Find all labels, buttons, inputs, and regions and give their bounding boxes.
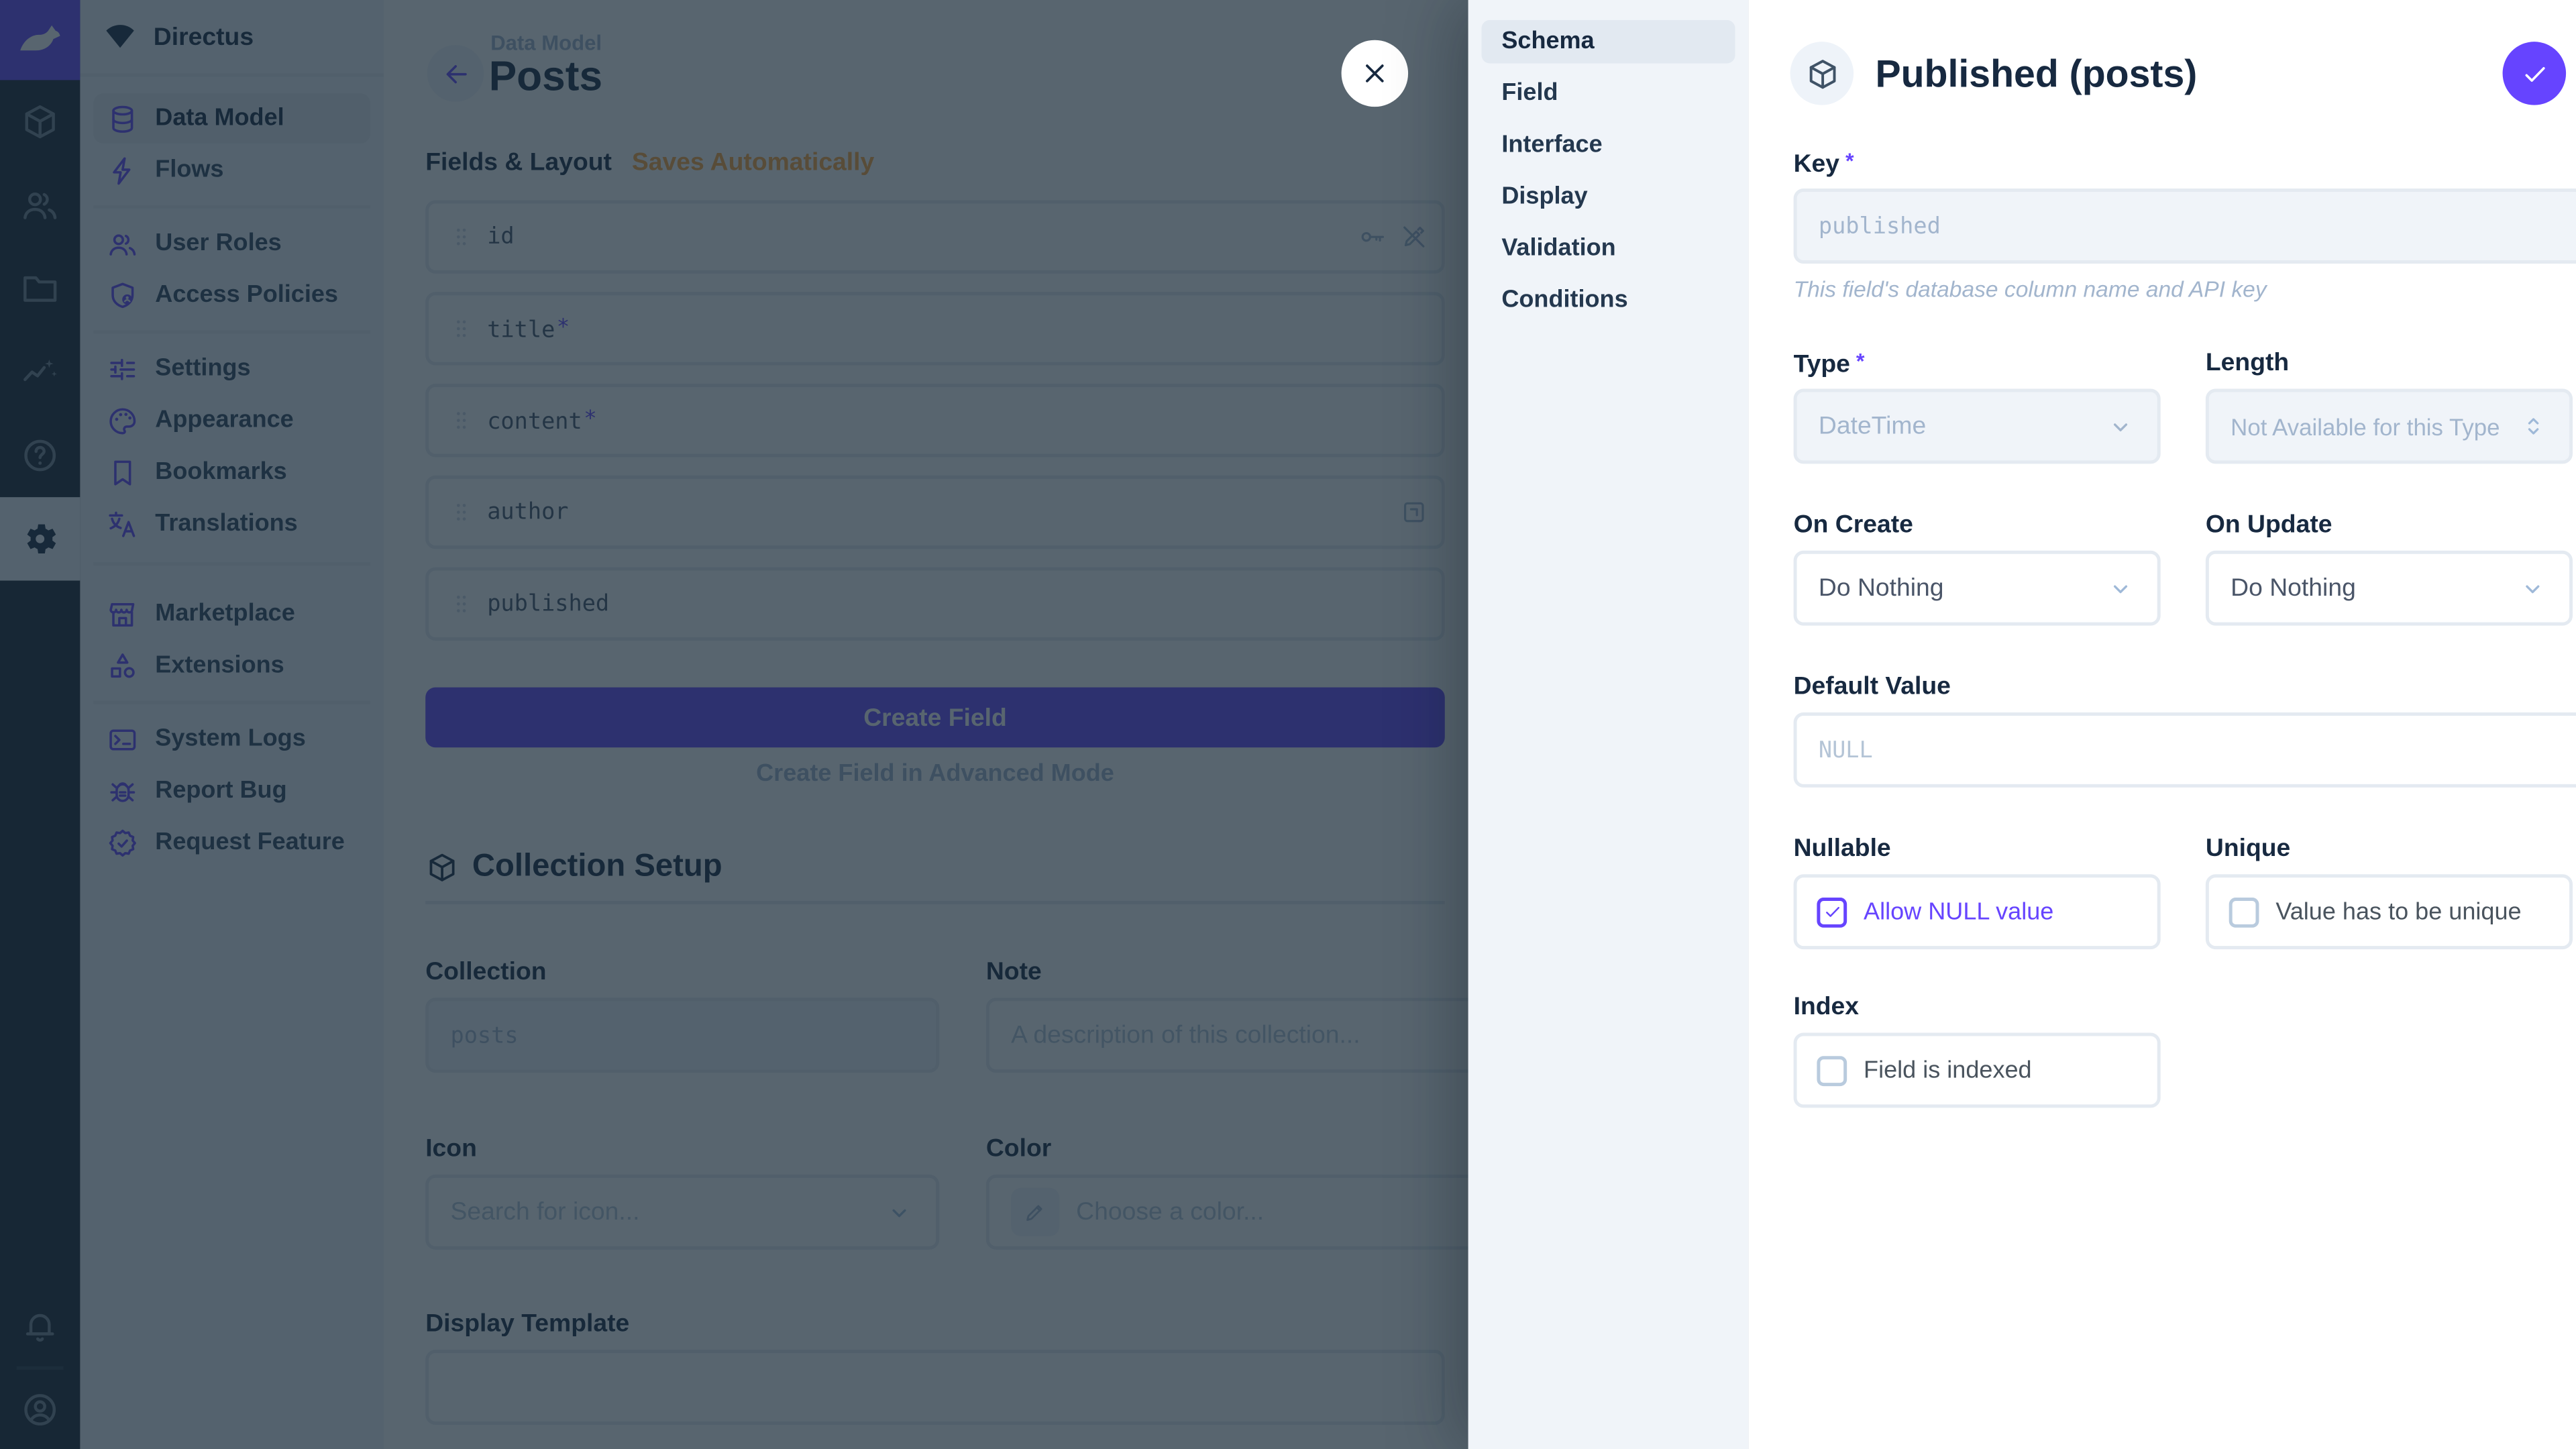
save-button[interactable] bbox=[2503, 42, 2567, 105]
chevron-down-icon bbox=[2106, 411, 2136, 441]
index-checkbox-row[interactable]: Field is indexed bbox=[1794, 1032, 2161, 1108]
tab-conditions[interactable]: Conditions bbox=[1482, 278, 1735, 322]
cube-icon bbox=[1805, 56, 1839, 91]
type-label: Type bbox=[1794, 349, 2161, 379]
drawer-tab-list: Schema Field Interface Display Validatio… bbox=[1468, 0, 1749, 1449]
tab-display[interactable]: Display bbox=[1482, 175, 1735, 219]
tab-interface[interactable]: Interface bbox=[1482, 123, 1735, 167]
index-checkbox-label: Field is indexed bbox=[1864, 1057, 2032, 1084]
tab-validation[interactable]: Validation bbox=[1482, 227, 1735, 270]
unique-label: Unique bbox=[2206, 835, 2573, 863]
tab-field[interactable]: Field bbox=[1482, 72, 1735, 115]
on-update-select[interactable]: Do Nothing bbox=[2206, 551, 2573, 626]
tab-schema[interactable]: Schema bbox=[1482, 20, 1735, 64]
length-input[interactable]: Not Available for this Type bbox=[2206, 388, 2573, 464]
nullable-checkbox-row[interactable]: Allow NULL value bbox=[1794, 874, 2161, 949]
stepper-icon[interactable] bbox=[2519, 412, 2547, 440]
key-helper-text: This field's database column name and AP… bbox=[1794, 277, 2267, 302]
drawer-title: Published (posts) bbox=[1875, 52, 2197, 97]
type-value: DateTime bbox=[1819, 412, 1926, 440]
default-value-input[interactable] bbox=[1794, 712, 2576, 788]
checkbox-checked-icon[interactable] bbox=[1817, 897, 1847, 927]
length-label: Length bbox=[2206, 349, 2573, 377]
on-update-value: Do Nothing bbox=[2231, 574, 2356, 602]
type-select[interactable]: DateTime bbox=[1794, 388, 2161, 464]
nullable-label: Nullable bbox=[1794, 835, 2161, 863]
length-value: Not Available for this Type bbox=[2231, 413, 2500, 440]
unique-checkbox-row[interactable]: Value has to be unique bbox=[2206, 874, 2573, 949]
on-create-value: Do Nothing bbox=[1819, 574, 1944, 602]
checkbox-unchecked-icon[interactable] bbox=[1817, 1055, 1847, 1085]
field-drawer: Schema Field Interface Display Validatio… bbox=[1468, 0, 2576, 1449]
index-label: Index bbox=[1794, 993, 2161, 1021]
field-type-icon bbox=[1790, 42, 1854, 105]
close-drawer-button[interactable] bbox=[1342, 40, 1408, 107]
key-input[interactable] bbox=[1794, 189, 2576, 264]
key-label: Key bbox=[1794, 148, 2573, 178]
chevron-down-icon bbox=[2106, 573, 2136, 603]
default-value-label: Default Value bbox=[1794, 672, 2573, 700]
unique-checkbox-label: Value has to be unique bbox=[2275, 898, 2521, 925]
chevron-down-icon bbox=[2518, 573, 2548, 603]
on-create-label: On Create bbox=[1794, 511, 2161, 539]
drawer-content: Published (posts) Key This field's datab… bbox=[1748, 0, 2576, 1449]
check-icon bbox=[2518, 58, 2550, 89]
nullable-checkbox-label: Allow NULL value bbox=[1864, 898, 2053, 925]
on-create-select[interactable]: Do Nothing bbox=[1794, 551, 2161, 626]
on-update-label: On Update bbox=[2206, 511, 2573, 539]
checkbox-unchecked-icon[interactable] bbox=[2229, 897, 2259, 927]
app: Directus Data Model Flows User Roles Acc… bbox=[0, 0, 2576, 1449]
close-icon bbox=[1358, 57, 1391, 91]
